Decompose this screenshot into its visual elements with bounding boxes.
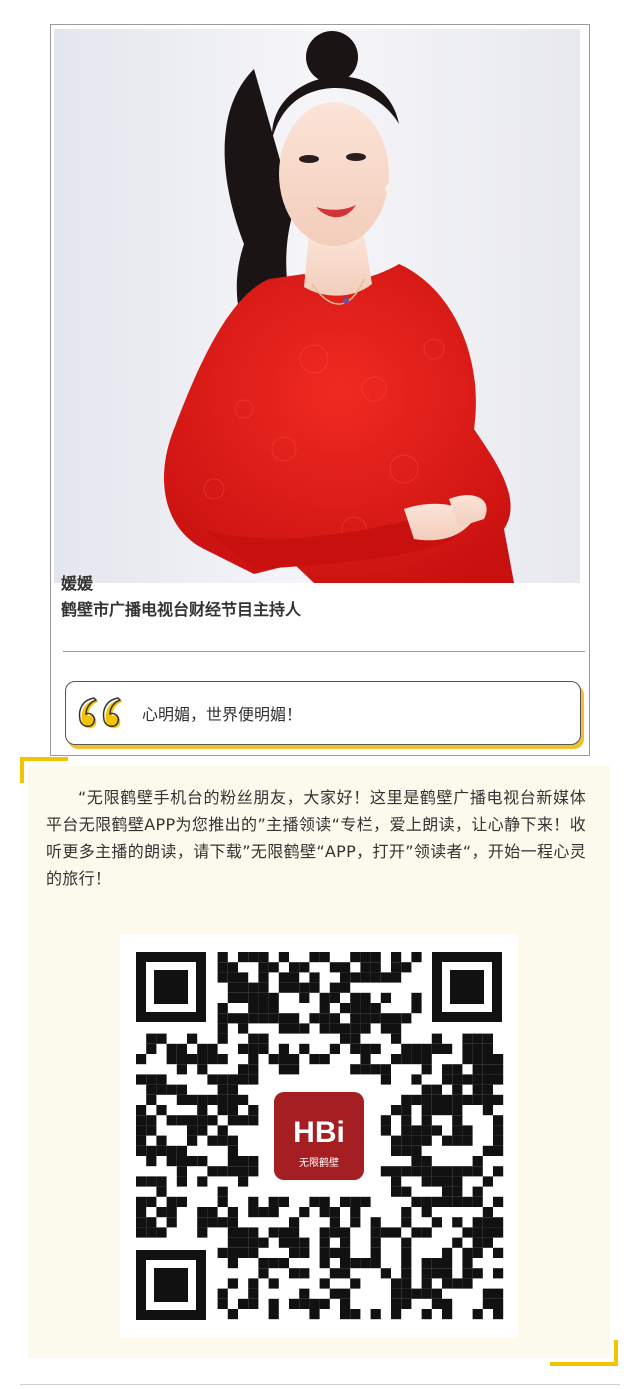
qr-code: HBi 无限鹤壁 bbox=[120, 934, 518, 1338]
quote-text: 心明媚，世界便明媚！ bbox=[142, 705, 303, 724]
divider bbox=[63, 651, 585, 652]
corner-accent-bottom-right bbox=[550, 1362, 618, 1366]
host-name: 媛媛 bbox=[61, 574, 94, 593]
corner-accent-top-left-vertical bbox=[20, 757, 24, 783]
logo-text: HBi bbox=[293, 1116, 345, 1149]
intro-text: “无限鹤壁手机台的粉丝朋友，大家好！这里是鹤壁广播电视台新媒体平台无限鹤壁APP… bbox=[46, 788, 586, 888]
host-title: 鹤壁市广播电视台财经节目主持人 bbox=[61, 600, 302, 619]
quote-box: 心明媚，世界便明媚！ bbox=[65, 681, 581, 745]
logo-subtext: 无限鹤壁 bbox=[299, 1156, 339, 1169]
corner-accent-top-left bbox=[20, 757, 68, 761]
hbi-logo: HBi 无限鹤壁 bbox=[266, 1084, 372, 1188]
profile-card: 媛媛 鹤壁市广播电视台财经节目主持人 心明媚，世界便明媚！ bbox=[50, 24, 590, 756]
host-photo bbox=[54, 29, 580, 583]
corner-accent-bottom-right-vertical bbox=[614, 1340, 618, 1366]
open-quote-icon bbox=[78, 697, 122, 729]
bottom-divider bbox=[20, 1384, 620, 1385]
